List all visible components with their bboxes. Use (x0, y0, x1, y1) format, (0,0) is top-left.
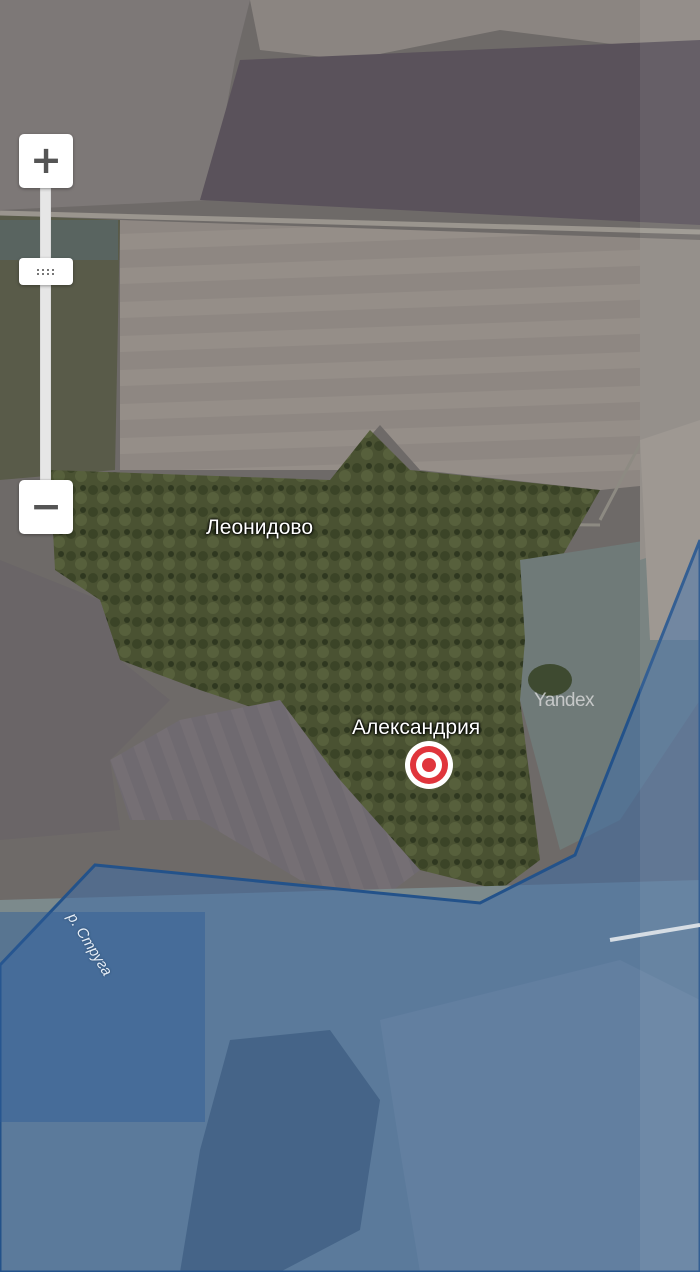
zoom-slider-handle[interactable] (19, 258, 73, 285)
satellite-imagery (0, 0, 700, 1272)
grip-icon (37, 268, 55, 275)
zoom-out-button[interactable]: − (19, 480, 73, 534)
map-watermark: Yandex (534, 690, 595, 711)
satellite-map[interactable]: Леонидово Александрия р. Струга Yandex +… (0, 0, 700, 1272)
minus-icon: − (30, 483, 62, 528)
plus-icon: + (30, 137, 62, 182)
target-marker-icon[interactable] (404, 740, 454, 790)
place-label-leonidovo: Леонидово (206, 516, 313, 539)
zoom-in-button[interactable]: + (19, 134, 73, 188)
zoom-slider-track[interactable] (40, 188, 51, 480)
place-label-aleksandria: Александрия (352, 716, 481, 739)
